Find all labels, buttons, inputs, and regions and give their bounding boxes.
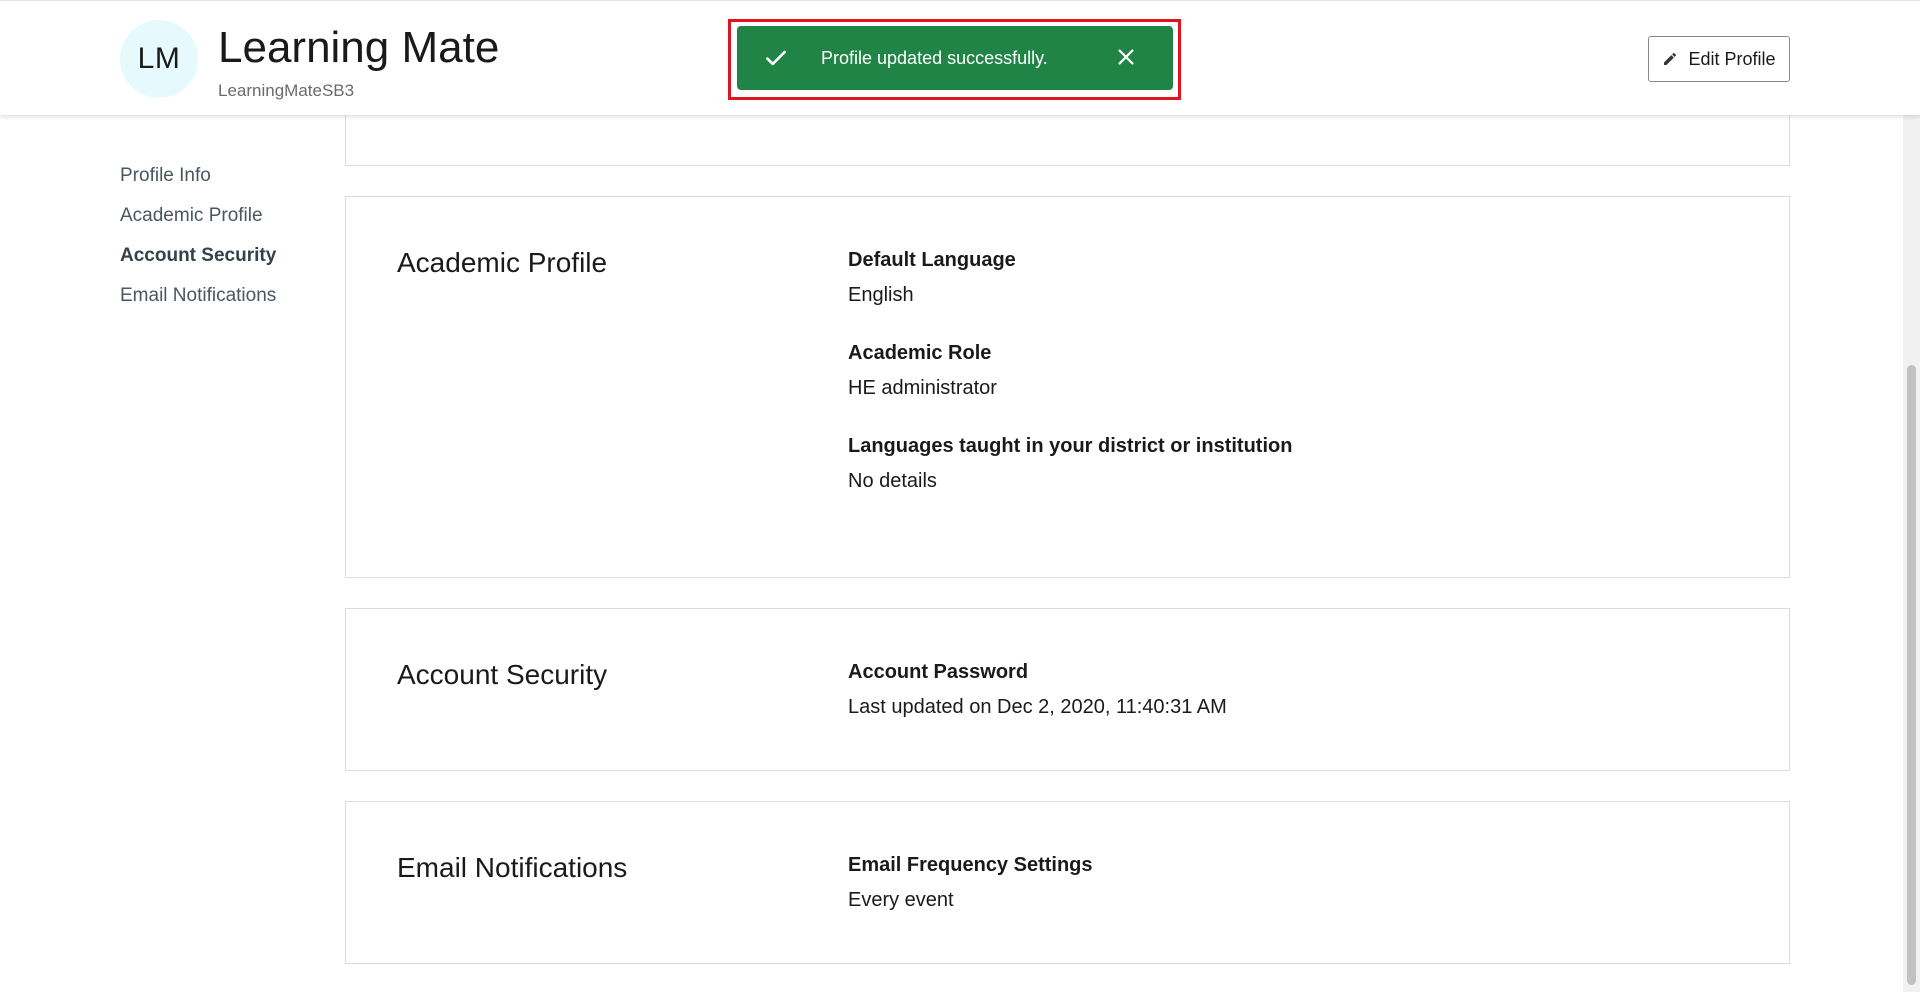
sidebar-item-academic-profile[interactable]: Academic Profile <box>120 200 320 240</box>
academic-role-field: Academic Role HE administrator <box>848 340 997 401</box>
scrollbar-thumb[interactable] <box>1907 365 1916 985</box>
default-language-field: Default Language English <box>848 247 1016 308</box>
page-scrollbar[interactable] <box>1903 0 1920 992</box>
email-frequency-field: Email Frequency Settings Every event <box>848 852 1093 913</box>
academic-profile-card: Academic Profile Default Language Englis… <box>345 196 1790 578</box>
close-icon[interactable] <box>1115 46 1137 68</box>
user-handle: LearningMateSB3 <box>218 81 355 100</box>
field-value: No details <box>848 470 937 492</box>
field-label: Email Frequency Settings <box>848 854 1093 876</box>
account-security-title: Account Security <box>397 659 608 690</box>
edit-profile-button[interactable]: Edit Profile <box>1648 36 1790 82</box>
sidebar-item-email-notifications[interactable]: Email Notifications <box>120 280 320 320</box>
email-notifications-card: Email Notifications Email Frequency Sett… <box>345 801 1790 964</box>
field-label: Academic Role <box>848 342 992 364</box>
sidebar-item-account-security[interactable]: Account Security <box>120 240 320 280</box>
account-security-card: Account Security Account Password Last u… <box>345 608 1790 771</box>
avatar: LM <box>120 20 198 98</box>
field-value: Last updated on Dec 2, 2020, 11:40:31 AM <box>848 696 1227 718</box>
pencil-icon <box>1664 52 1677 65</box>
success-toast: Profile updated successfully. <box>737 26 1173 90</box>
user-name: Learning Mate <box>218 23 500 72</box>
account-password-field: Account Password Last updated on Dec 2, … <box>848 659 1227 720</box>
profile-sidebar-nav: Profile Info Academic Profile Account Se… <box>120 160 320 320</box>
edit-profile-label: Edit Profile <box>1688 48 1776 69</box>
academic-profile-title: Academic Profile <box>397 247 608 278</box>
field-label: Languages taught in your district or ins… <box>848 435 1293 457</box>
toast-message: Profile updated successfully. <box>821 47 1048 68</box>
field-label: Default Language <box>848 249 1016 271</box>
field-value: Every event <box>848 889 954 911</box>
field-value: HE administrator <box>848 377 997 399</box>
languages-taught-field: Languages taught in your district or ins… <box>848 433 1292 494</box>
avatar-initials: LM <box>137 42 181 75</box>
check-icon <box>766 50 786 66</box>
field-value: English <box>848 284 914 306</box>
sidebar-item-profile-info[interactable]: Profile Info <box>120 160 320 200</box>
email-notifications-title: Email Notifications <box>397 852 628 883</box>
field-label: Account Password <box>848 661 1029 683</box>
